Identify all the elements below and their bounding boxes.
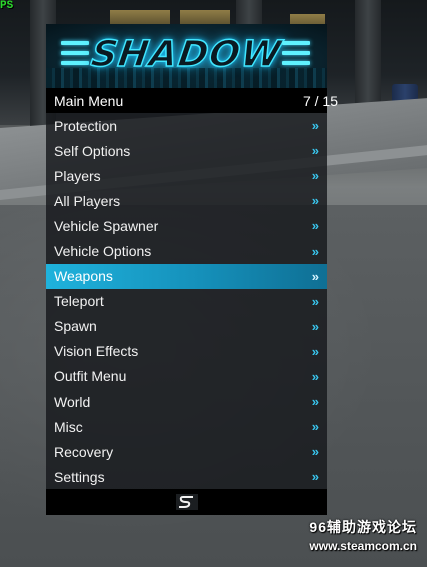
menu-item-label: World (54, 393, 91, 410)
fps-counter: PS (0, 0, 14, 12)
submenu-arrow-icon: » (311, 243, 319, 259)
menu-item-spawn[interactable]: Spawn » (46, 314, 327, 339)
site-watermark: 96辅助游戏论坛 www.steamcom.cn (309, 517, 417, 553)
menu-item-label: Teleport (54, 293, 104, 310)
menu-item-label: Self Options (54, 142, 131, 159)
submenu-arrow-icon: » (311, 419, 319, 435)
menu-item-label: Vehicle Options (54, 243, 152, 260)
menu-item-label: Vision Effects (54, 343, 139, 360)
submenu-arrow-icon: » (311, 293, 319, 309)
menu-header: Main Menu 7 / 15 (46, 88, 338, 113)
menu-item-players[interactable]: Players » (46, 163, 327, 188)
menu-item-label: Recovery (54, 443, 114, 460)
menu-item-self-options[interactable]: Self Options » (46, 138, 327, 163)
submenu-arrow-icon: » (311, 118, 319, 134)
menu-item-label: Players (54, 167, 101, 184)
menu-item-label: Settings (54, 468, 105, 485)
submenu-arrow-icon: » (311, 469, 319, 485)
mod-menu: SHADOW Main Menu 7 / 15 Protection» Self … (46, 24, 338, 516)
menu-item-misc[interactable]: Misc » (46, 414, 327, 439)
menu-item-teleport[interactable]: Teleport » (46, 289, 327, 314)
menu-item-label: Weapons (54, 268, 113, 285)
submenu-arrow-icon: » (311, 218, 319, 234)
menu-item-weapons[interactable]: Weapons » (46, 263, 327, 289)
watermark-site-name: 96辅助游戏论坛 (309, 519, 417, 535)
menu-item-vehicle-spawner[interactable]: Vehicle Spawner » (46, 213, 327, 238)
submenu-arrow-icon: » (311, 444, 319, 460)
lit-window (110, 10, 170, 24)
menu-item-world[interactable]: World » (46, 389, 327, 414)
menu-item-label: Outfit Menu (54, 368, 127, 385)
menu-item-protection[interactable]: Protection » (46, 113, 327, 138)
menu-title: Main Menu (54, 92, 124, 109)
submenu-arrow-icon: » (311, 368, 319, 384)
hamburger-icon-right (282, 41, 310, 67)
submenu-arrow-icon: » (311, 168, 319, 184)
menu-item-label: Vehicle Spawner (54, 217, 159, 234)
menu-item-vision-effects[interactable]: Vision Effects » (46, 339, 327, 364)
menu-item-label: Misc (54, 418, 83, 435)
submenu-arrow-icon: » (311, 143, 319, 159)
menu-item-label: All Players (54, 192, 121, 209)
menu-banner: SHADOW (46, 24, 327, 88)
submenu-arrow-icon: » (311, 193, 319, 209)
menu-item-all-players[interactable]: All Players » (46, 188, 327, 213)
menu-item-list: Protection» Self Options» Players» All Play… (46, 113, 327, 490)
page-counter: 7 / 15 (302, 92, 338, 109)
watermark-url: www.steamcom.cn (309, 539, 417, 553)
menu-item-recovery[interactable]: Recovery » (46, 439, 327, 464)
submenu-arrow-icon: » (311, 394, 319, 410)
menu-item-label: Protection (54, 117, 118, 134)
menu-footer (46, 489, 327, 516)
lit-window (180, 10, 230, 24)
submenu-arrow-icon: » (311, 343, 319, 359)
submenu-arrow-icon: » (311, 318, 319, 334)
menu-item-vehicle-options[interactable]: Vehicle Options » (46, 238, 327, 263)
menu-item-settings[interactable]: Settings » (46, 464, 327, 489)
shadow-s-logo-icon (175, 494, 198, 511)
submenu-arrow-icon: » (311, 268, 319, 284)
menu-item-label: Spawn (54, 318, 97, 335)
menu-item-outfit-menu[interactable]: Outfit Menu » (46, 364, 327, 389)
